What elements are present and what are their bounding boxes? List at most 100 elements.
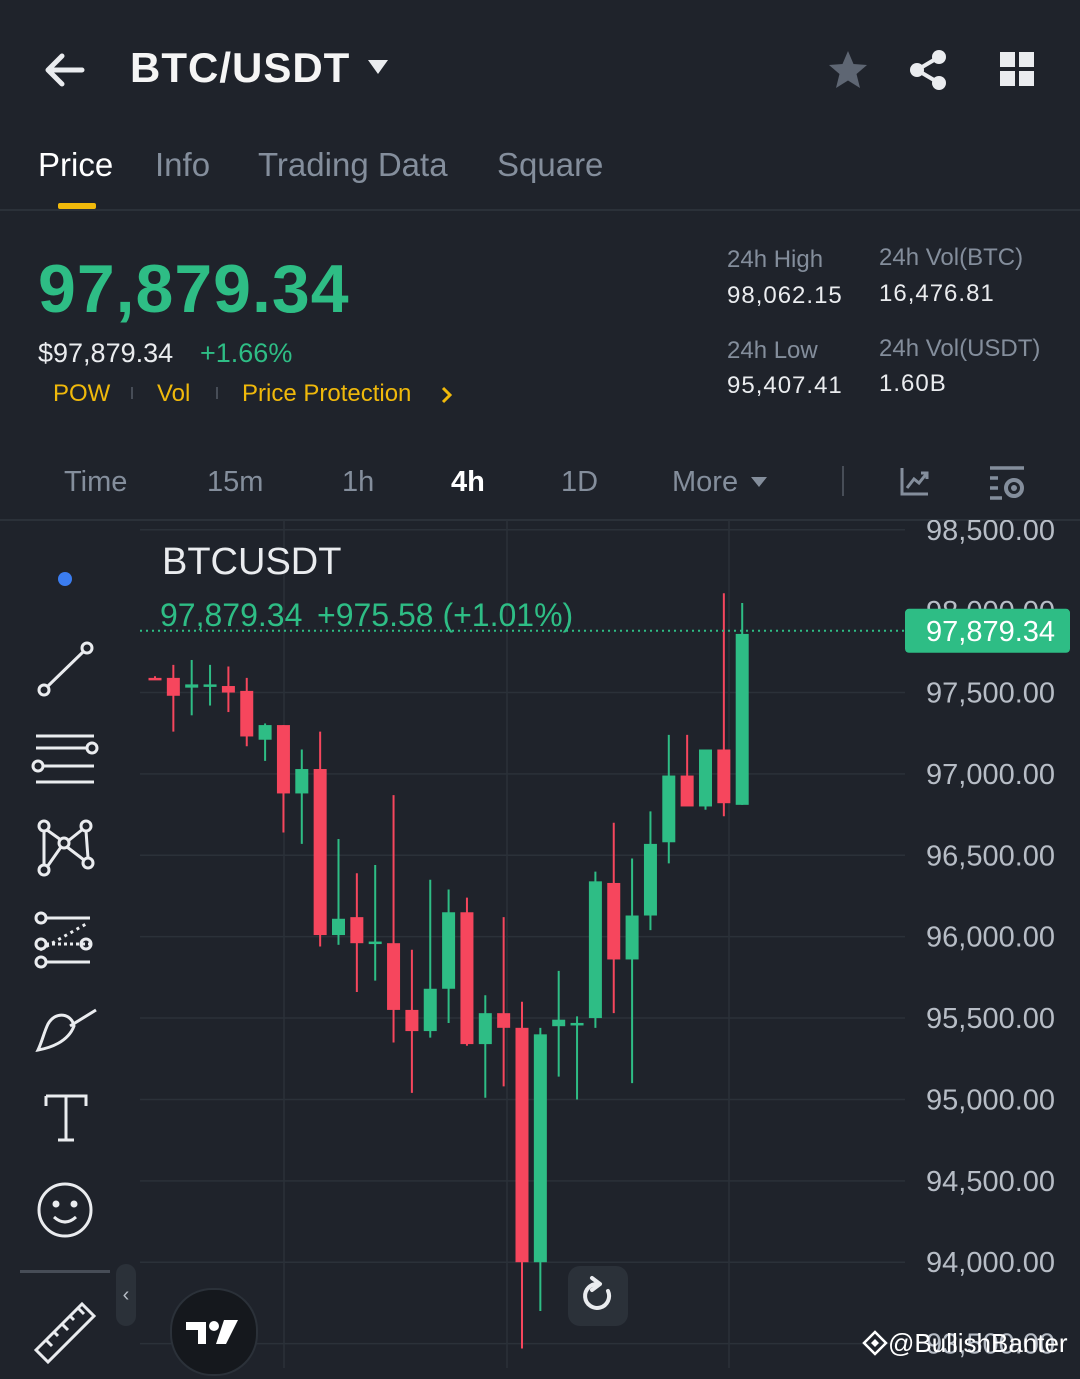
tab-square[interactable]: Square <box>497 146 603 184</box>
interval-4h[interactable]: 4h <box>451 466 485 499</box>
candle-down <box>166 677 180 696</box>
legend-price: 97,879.34 <box>160 597 302 633</box>
candle-up <box>368 941 382 945</box>
candle-up <box>185 684 199 688</box>
stat-vol-btc-label: 24h Vol(BTC) <box>879 244 1024 271</box>
candle-up <box>662 775 676 843</box>
last-price: 97,879.34 <box>38 251 350 327</box>
candle-up <box>332 918 345 936</box>
candle-down <box>350 917 364 944</box>
y-axis-tick: 94,000.00 <box>926 1247 1055 1279</box>
chart-settings-icon[interactable] <box>988 464 1028 507</box>
candle-down <box>313 769 327 936</box>
toolbar-collapse-button[interactable]: ‹ <box>116 1264 136 1326</box>
tradingview-logo[interactable] <box>170 1288 258 1376</box>
candle-up <box>570 1022 584 1026</box>
last-price-label: 97,879.34 <box>926 616 1055 648</box>
candle-down <box>387 943 401 1010</box>
interval-1h[interactable]: 1h <box>342 466 374 499</box>
candle-down <box>717 749 731 804</box>
y-axis-tick: 95,500.00 <box>926 1003 1055 1035</box>
star-icon[interactable] <box>826 48 870 97</box>
interval-time[interactable]: Time <box>64 466 127 499</box>
pair-dropdown-chevron-icon[interactable] <box>366 58 390 83</box>
chevron-left-icon: ‹ <box>122 1284 130 1306</box>
share-icon[interactable] <box>906 48 950 97</box>
candle-down <box>276 725 290 794</box>
chart-symbol: BTCUSDT <box>162 541 341 583</box>
toolbar-divider <box>20 1270 110 1273</box>
ruler-icon[interactable] <box>33 1301 97 1365</box>
watermark-text: @BullishBanter <box>888 1328 1068 1358</box>
brush-icon[interactable] <box>35 1008 97 1052</box>
tab-info[interactable]: Info <box>155 146 210 184</box>
candle-down <box>515 1027 529 1263</box>
candle-up <box>735 633 749 805</box>
tag-pow[interactable]: POW <box>53 380 110 408</box>
interval-divider <box>842 466 844 496</box>
y-axis-tick: 96,000.00 <box>926 922 1055 954</box>
change-percent: +1.66% <box>200 338 293 368</box>
stat-low-label: 24h Low <box>727 337 818 364</box>
fib-retracement-icon[interactable] <box>34 911 93 969</box>
candle-up <box>552 1019 566 1027</box>
stat-vol-usdt-label: 24h Vol(USDT) <box>879 335 1041 362</box>
tag-vol[interactable]: Vol <box>157 380 190 408</box>
interval-15m[interactable]: 15m <box>207 466 263 499</box>
tag-price-protection[interactable]: Price Protection <box>242 380 411 408</box>
candle-up <box>699 749 712 807</box>
usd-price: $97,879.34 <box>38 338 174 368</box>
candle-down <box>148 677 162 681</box>
stat-vol-usdt-value: 1.60B <box>879 370 947 397</box>
stat-vol-btc-value: 16,476.81 <box>879 280 995 307</box>
candle-up <box>478 1013 492 1045</box>
y-axis-tick: 95,000.00 <box>926 1084 1055 1116</box>
arrow-left-icon <box>45 53 85 87</box>
candle-up <box>625 915 639 960</box>
watermark: @BullishBanter <box>862 1328 1068 1359</box>
candle-down <box>497 1013 511 1028</box>
emoji-icon[interactable] <box>37 1182 93 1238</box>
indicator-icon[interactable] <box>898 464 932 503</box>
stat-high-value: 98,062.15 <box>727 282 843 309</box>
tag-separator <box>216 387 218 399</box>
diamond-logo-icon <box>862 1330 888 1356</box>
candle-up <box>533 1034 547 1263</box>
active-dot-icon <box>58 572 72 586</box>
tab-trading-data[interactable]: Trading Data <box>258 146 448 184</box>
grid-icon[interactable] <box>998 50 1038 95</box>
trend-line-icon[interactable] <box>37 641 94 697</box>
candle-down <box>240 690 254 737</box>
candle-up <box>203 684 217 687</box>
back-button[interactable] <box>40 48 88 92</box>
y-axis-tick: 94,500.00 <box>926 1166 1055 1198</box>
horizontal-lines-icon[interactable] <box>31 734 99 784</box>
candle-up <box>643 843 657 916</box>
interval-1d[interactable]: 1D <box>561 466 598 499</box>
candle-down <box>405 1009 419 1032</box>
chevron-right-icon[interactable] <box>440 386 454 409</box>
candle-down <box>607 882 621 960</box>
candle-up <box>258 725 272 740</box>
stat-low-value: 95,407.41 <box>727 372 843 399</box>
candle-down <box>460 912 474 1045</box>
y-axis-tick: 98,500.00 <box>926 520 1055 547</box>
candlestick-chart[interactable]: 98,500.00 97,500.00 97,000.00 96,500.00 96,0… <box>0 520 1080 1368</box>
interval-more[interactable]: More <box>672 466 738 499</box>
candle-down <box>680 775 694 807</box>
text-tool-icon[interactable] <box>44 1094 88 1142</box>
reset-chart-button[interactable] <box>568 1266 628 1326</box>
tag-separator <box>131 387 133 399</box>
pattern-icon[interactable] <box>37 819 95 877</box>
legend-change: +975.58 (+1.01%) <box>317 597 573 633</box>
candle-up <box>588 881 602 1019</box>
pair-title[interactable]: BTC/USDT <box>130 44 350 92</box>
stat-high-label: 24h High <box>727 246 824 273</box>
candle-up <box>442 912 456 989</box>
candle-down <box>221 686 235 693</box>
refresh-icon <box>583 1276 612 1310</box>
tabs-divider <box>0 209 1080 211</box>
tab-price[interactable]: Price <box>38 146 113 184</box>
candle-up <box>423 988 437 1032</box>
more-chevron-down-icon[interactable] <box>750 476 768 495</box>
